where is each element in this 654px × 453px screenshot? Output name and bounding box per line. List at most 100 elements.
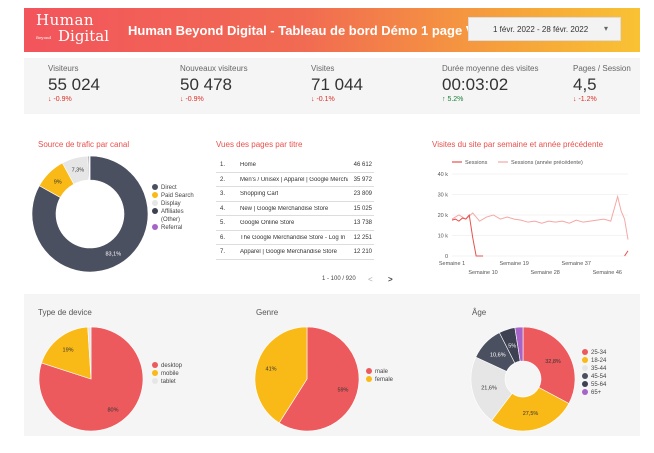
table-row[interactable]: 5. Google Online Store 13 738 [216, 216, 374, 231]
legend-item-45-54[interactable]: 45-54 [582, 373, 606, 381]
x-tick-label: Semaine 28 [530, 270, 559, 276]
visits-chart-title: Visites du site par semaine et année pré… [432, 140, 604, 149]
kpi-value: 4,5 [573, 75, 597, 94]
logo-small-text: Beyond [36, 35, 52, 40]
age-donut-chart[interactable]: 32,8% 27,5% 21,6% 10,6%5% [468, 324, 578, 434]
kpi-change: ↑ 5.2% [442, 96, 464, 103]
pages-table: 1. Home 46 612 2. Men's / Unisex | Apparel … [216, 158, 374, 260]
weekly-visits-line-chart[interactable]: Sessions Sessions (année précédente) 40 k 3… [420, 152, 640, 284]
y-tick-label: 0 [445, 254, 448, 260]
page-title: Human Beyond Digital - Tableau de bord D… [128, 23, 482, 38]
table-row[interactable]: 3. Shopping Cart 23 809 [216, 187, 374, 202]
kpi-label: Nouveaux visiteurs [180, 64, 248, 73]
row-page-title: Apparel | Google Merchandise Store [240, 249, 337, 255]
slice-data-label: 21,6% [481, 385, 497, 391]
table-row[interactable]: 4. New | Google Merchandise Store 15 025 [216, 202, 374, 216]
kpi-change: ↓ -0.9% [48, 96, 72, 103]
table-row[interactable]: 6. The Google Merchandise Store - Log In 1… [216, 231, 374, 245]
table-row[interactable]: 7. Apparel | Google Merchandise Store 12 2… [216, 245, 374, 260]
date-range-label: 1 févr. 2022 - 28 févr. 2022 [493, 25, 589, 34]
row-index: 5. [220, 220, 226, 226]
legend-item-18-24[interactable]: 18-24 [582, 357, 606, 365]
genre-pie-chart[interactable]: 59% 41% [252, 324, 362, 434]
next-page-button[interactable]: > [388, 275, 393, 284]
slice-data-label: 19% [63, 347, 74, 353]
legend-label: Sessions [465, 160, 488, 166]
kpi-duree-moyenne: Durée moyenne des visites 00:03:02 ↑ 5.2… [442, 64, 539, 103]
kpi-value: 00:03:02 [442, 75, 509, 94]
legend-label: Paid Search [161, 193, 194, 199]
slice-data-label: 5% [508, 344, 516, 350]
table-row[interactable]: 2. Men's / Unisex | Apparel | Google Merc… [216, 173, 374, 187]
legend-label: Direct [161, 185, 177, 191]
device-type-pie-chart[interactable]: 80% 19% [36, 324, 146, 434]
legend-swatch [582, 357, 588, 363]
genre-legend: male female [366, 368, 393, 384]
pie-slice-25-34[interactable] [522, 326, 576, 404]
legend-label: 55-64 [591, 382, 607, 388]
table-row[interactable]: 1. Home 46 612 [216, 158, 374, 173]
legend-swatch [582, 373, 588, 379]
legend-label: (Other) [161, 217, 181, 223]
legend-item-mobile[interactable]: mobile [152, 370, 182, 378]
row-views: 23 809 [353, 191, 372, 197]
date-range-picker[interactable]: 1 févr. 2022 - 28 févr. 2022 ▾ [468, 17, 621, 41]
legend-label: 45-54 [591, 374, 607, 380]
row-views: 12 210 [353, 249, 372, 255]
traffic-legend: Direct Paid Search Display Affiliates (O… [152, 184, 194, 232]
series-line-sessions-ann-e-pr-c-dente-[interactable] [451, 194, 629, 240]
legend-item-female[interactable]: female [366, 376, 393, 384]
row-index: 7. [220, 249, 226, 255]
legend-item-direct[interactable]: Direct [152, 184, 194, 192]
legend-item-tablet[interactable]: tablet [152, 378, 182, 386]
x-tick-label: Semaine 1 [439, 261, 465, 267]
row-index: 1. [220, 162, 226, 168]
legend-item-paid-search[interactable]: Paid Search [152, 192, 194, 200]
legend-item-male[interactable]: male [366, 368, 393, 376]
slice-data-label: 7,3% [72, 168, 85, 174]
traffic-source-donut-chart[interactable]: 83,1% 9% 7,3% [30, 154, 150, 274]
legend-swatch [366, 376, 372, 382]
kpi-scorecards: Visiteurs 55 024 ↓ -0.9% Nouveaux visite… [24, 58, 640, 114]
age-legend: 25-34 18-24 35-44 45-54 55-64 65+ [582, 349, 606, 397]
legend-item-referral[interactable]: Referral [152, 224, 194, 232]
legend-label: Affiliates [161, 209, 184, 215]
x-tick-label: Semaine 46 [593, 270, 622, 276]
kpi-change: ↓ -1.2% [573, 96, 597, 103]
legend-item-55-64[interactable]: 55-64 [582, 381, 606, 389]
traffic-chart-title: Source de trafic par canal [38, 140, 130, 149]
legend-swatch [582, 365, 588, 371]
legend-item-display[interactable]: Display [152, 200, 194, 208]
legend-label: Referral [161, 225, 183, 231]
legend-label: 18-24 [591, 358, 607, 364]
legend-label: Sessions (année précédente) [511, 160, 583, 166]
row-page-title: Google Online Store [240, 220, 295, 226]
legend-swatch [582, 381, 588, 387]
row-page-title: Home [240, 162, 257, 168]
row-page-title: Men's / Unisex | Apparel | Google Mercha… [240, 176, 348, 183]
legend-label: 25-34 [591, 350, 607, 356]
legend-item-other[interactable]: (Other) [152, 216, 194, 224]
kpi-visites: Visites 71 044 ↓ -0.1% [311, 64, 363, 103]
legend-item-desktop[interactable]: desktop [152, 362, 182, 370]
y-tick-label: 40 k [438, 172, 449, 178]
slice-data-label: 41% [266, 367, 277, 373]
kpi-label: Visiteurs [48, 64, 79, 73]
kpi-pages-session: Pages / Session 4,5 ↓ -1.2% [573, 64, 631, 103]
chevron-down-icon: ▾ [603, 24, 608, 33]
prev-page-button[interactable]: < [368, 275, 373, 284]
slice-data-label: 27,5% [523, 411, 539, 417]
device-legend: desktop mobile tablet [152, 362, 182, 386]
genre-chart-title: Genre [256, 308, 279, 317]
slice-data-label: 59% [337, 387, 348, 393]
legend-swatch [152, 224, 158, 230]
legend-swatch [582, 389, 588, 395]
legend-swatch [152, 184, 158, 190]
legend-item-affiliates[interactable]: Affiliates [152, 208, 194, 216]
legend-item-35-44[interactable]: 35-44 [582, 365, 606, 373]
row-views: 15 025 [353, 205, 372, 212]
legend-swatch [366, 368, 372, 374]
kpi-value: 50 478 [180, 75, 232, 94]
legend-item-65-[interactable]: 65+ [582, 389, 606, 397]
legend-item-25-34[interactable]: 25-34 [582, 349, 606, 357]
